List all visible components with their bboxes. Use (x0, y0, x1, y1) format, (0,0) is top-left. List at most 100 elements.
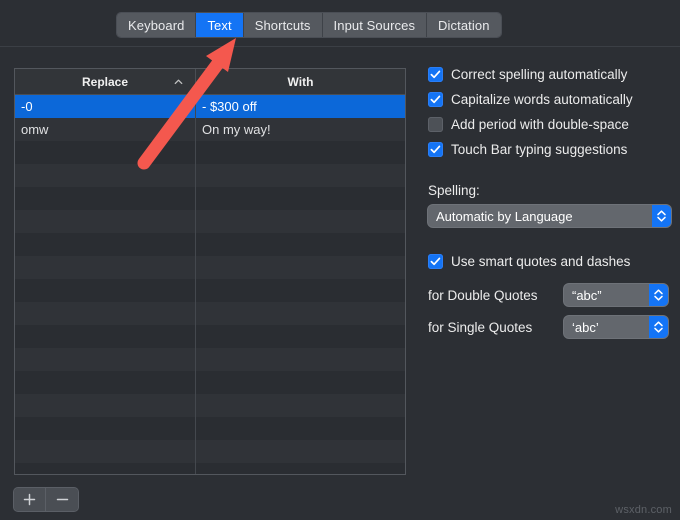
cell-with[interactable] (196, 187, 405, 210)
cell-replace[interactable] (15, 256, 196, 279)
table-row[interactable] (15, 164, 405, 187)
cell-with[interactable] (196, 210, 405, 233)
cell-replace[interactable] (15, 440, 196, 463)
checkmark-icon (430, 70, 441, 79)
cell-with[interactable] (196, 371, 405, 394)
watermark: wsxdn.com (615, 504, 672, 516)
cell-with[interactable] (196, 394, 405, 417)
chevron-up-icon (174, 79, 183, 84)
column-header-replace-label: Replace (81, 74, 129, 89)
double-quotes-label: for Double Quotes (428, 287, 538, 303)
chevron-updown-icon (652, 205, 671, 227)
cell-replace[interactable] (15, 417, 196, 440)
checkbox-correct-spelling[interactable] (428, 67, 443, 82)
checkbox-capitalize-words[interactable] (428, 92, 443, 107)
cell-replace[interactable] (15, 233, 196, 256)
table-row[interactable] (15, 348, 405, 371)
double-quotes-dropdown-value: “abc” (572, 287, 602, 303)
preference-pane-toolbar: Keyboard Text Shortcuts Input Sources Di… (0, 0, 680, 47)
checkbox-label-touch-bar-suggestions: Touch Bar typing suggestions (451, 142, 628, 157)
table-row[interactable] (15, 325, 405, 348)
table-row[interactable] (15, 279, 405, 302)
checkbox-row-capitalize-words[interactable]: Capitalize words automatically (428, 87, 672, 112)
tab-text[interactable]: Text (196, 13, 244, 37)
cell-with[interactable] (196, 279, 405, 302)
cell-with[interactable] (196, 141, 405, 164)
checkbox-row-touch-bar-suggestions[interactable]: Touch Bar typing suggestions (428, 137, 672, 162)
cell-with[interactable] (196, 417, 405, 440)
cell-replace[interactable] (15, 463, 196, 474)
cell-replace[interactable]: omw (15, 118, 196, 141)
tab-dictation[interactable]: Dictation (427, 13, 501, 37)
checkbox-row-correct-spelling[interactable]: Correct spelling automatically (428, 62, 672, 87)
minus-icon (56, 498, 68, 501)
plus-icon (23, 493, 36, 506)
cell-replace[interactable] (15, 325, 196, 348)
tab-shortcuts[interactable]: Shortcuts (243, 13, 323, 37)
table-row[interactable] (15, 256, 405, 279)
column-header-replace[interactable]: Replace (15, 69, 196, 94)
single-quotes-dropdown-value: ‘abc’ (572, 319, 599, 335)
cell-replace[interactable] (15, 371, 196, 394)
table-row[interactable] (15, 371, 405, 394)
cell-with[interactable] (196, 348, 405, 371)
cell-with[interactable] (196, 256, 405, 279)
cell-replace[interactable] (15, 141, 196, 164)
tab-input-sources[interactable]: Input Sources (322, 13, 428, 37)
spelling-dropdown[interactable]: Automatic by Language (428, 205, 671, 227)
double-quotes-dropdown[interactable]: “abc” (564, 284, 668, 306)
cell-with[interactable]: - $300 off (196, 95, 405, 118)
table-row[interactable] (15, 187, 405, 210)
add-replacement-button[interactable] (14, 488, 46, 511)
cell-replace[interactable] (15, 210, 196, 233)
table-body: -0- $300 off omw On my way! (15, 95, 405, 474)
cell-replace[interactable] (15, 187, 196, 210)
spelling-dropdown-value: Automatic by Language (436, 208, 573, 224)
cell-with[interactable] (196, 325, 405, 348)
table-row[interactable] (15, 302, 405, 325)
cell-with[interactable] (196, 463, 405, 474)
cell-replace[interactable] (15, 394, 196, 417)
cell-replace[interactable] (15, 348, 196, 371)
cell-with[interactable] (196, 440, 405, 463)
checkbox-label-correct-spelling: Correct spelling automatically (451, 67, 628, 82)
checkbox-row-smart-quotes[interactable]: Use smart quotes and dashes (428, 249, 672, 274)
table-row[interactable] (15, 417, 405, 440)
checkbox-label-smart-quotes: Use smart quotes and dashes (451, 254, 631, 269)
column-header-with-label: With (287, 74, 314, 89)
checkbox-add-period[interactable] (428, 117, 443, 132)
checkbox-label-add-period: Add period with double-space (451, 117, 629, 132)
chevron-updown-icon (649, 316, 668, 338)
column-header-with[interactable]: With (196, 69, 405, 94)
text-replacement-table[interactable]: Replace With -0- $300 off omw On my way! (14, 68, 406, 475)
table-row[interactable] (15, 394, 405, 417)
cell-with[interactable] (196, 233, 405, 256)
cell-replace[interactable]: -0 (15, 95, 196, 118)
checkbox-label-capitalize-words: Capitalize words automatically (451, 92, 633, 107)
checkbox-smart-quotes[interactable] (428, 254, 443, 269)
table-row[interactable] (15, 210, 405, 233)
table-row[interactable]: -0- $300 off (15, 95, 405, 118)
tab-bar: Keyboard Text Shortcuts Input Sources Di… (117, 13, 501, 37)
remove-replacement-button[interactable] (46, 488, 78, 511)
tab-keyboard[interactable]: Keyboard (117, 13, 197, 37)
table-row[interactable] (15, 440, 405, 463)
cell-with[interactable] (196, 164, 405, 187)
checkmark-icon (430, 95, 441, 104)
checkbox-row-add-period[interactable]: Add period with double-space (428, 112, 672, 137)
table-row[interactable]: omw On my way! (15, 118, 405, 141)
double-quotes-row: for Double Quotes “abc” (428, 284, 672, 306)
checkbox-touch-bar-suggestions[interactable] (428, 142, 443, 157)
table-row[interactable] (15, 463, 405, 474)
cell-with[interactable]: On my way! (196, 118, 405, 141)
single-quotes-dropdown[interactable]: ‘abc’ (564, 316, 668, 338)
cell-replace[interactable] (15, 279, 196, 302)
cell-replace[interactable] (15, 164, 196, 187)
chevron-updown-icon (649, 284, 668, 306)
table-row[interactable] (15, 233, 405, 256)
cell-replace[interactable] (15, 302, 196, 325)
table-row[interactable] (15, 141, 405, 164)
checkmark-icon (430, 257, 441, 266)
cell-with[interactable] (196, 302, 405, 325)
table-action-buttons (14, 488, 78, 511)
